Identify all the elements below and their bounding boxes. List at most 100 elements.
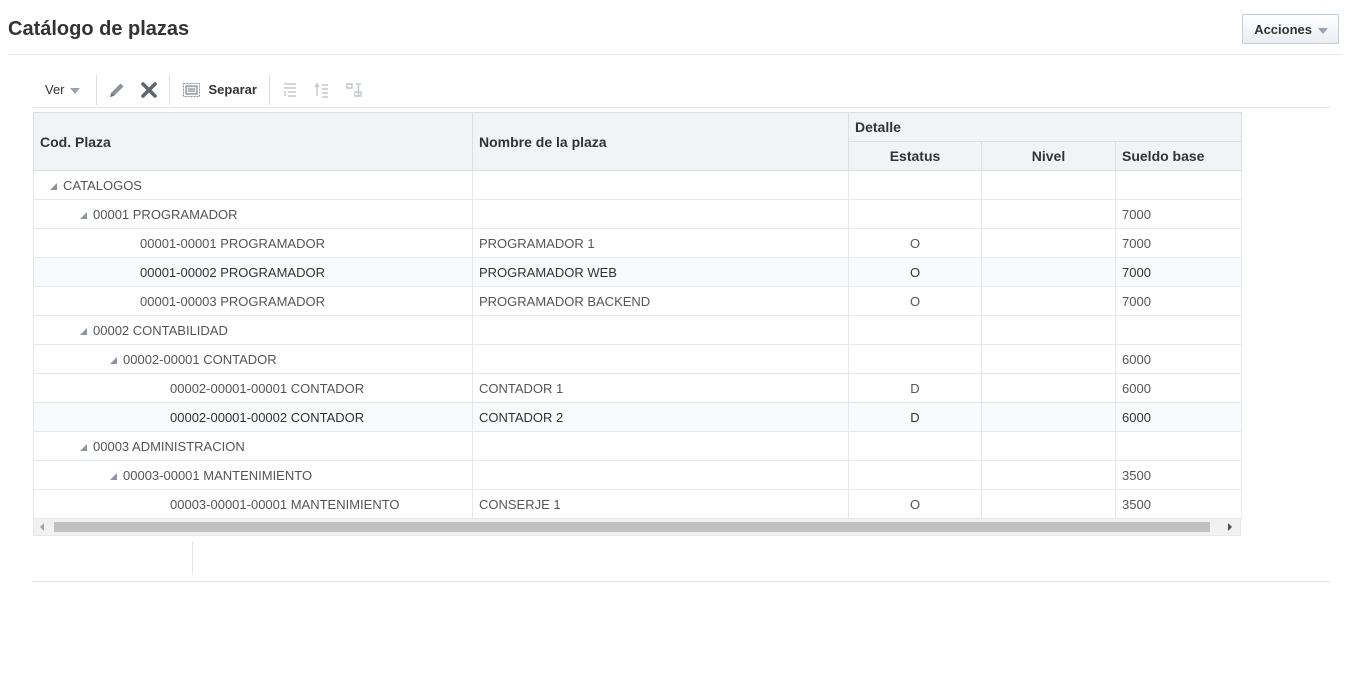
table-row[interactable]: 00003-00001 MANTENIMIENTO 3500 [33,460,1242,490]
table-row[interactable]: 00002 CONTABILIDAD [33,315,1242,345]
view-menu[interactable]: Ver [33,77,92,103]
cell-code: 00002-00001-00002 CONTADOR [33,402,473,432]
cell-name: PROGRAMADOR WEB [472,257,849,287]
cell-code-text: 00001-00002 PROGRAMADOR [140,264,325,280]
toolbar-divider [95,74,97,105]
column-header-name[interactable]: Nombre de la plaza [472,112,849,171]
table-row[interactable]: 00001-00003 PROGRAMADOR PROGRAMADOR BACKE… [33,286,1242,316]
cell-name [472,431,849,461]
acciones-button[interactable]: Acciones [1242,14,1339,44]
cell-level [981,170,1116,200]
cell-code: 00002-00001 CONTADOR [33,344,473,374]
cell-name [472,344,849,374]
cell-salary: 7000 [1115,228,1242,258]
cell-level [981,344,1116,374]
cell-code-text: 00001-00003 PROGRAMADOR [140,293,325,309]
column-header-salary[interactable]: Sueldo base [1115,141,1242,171]
edit-button[interactable] [103,75,131,105]
expanded-triangle-icon[interactable] [110,472,117,480]
table-row[interactable]: 00001-00001 PROGRAMADOR PROGRAMADOR 1 O 700… [33,228,1242,258]
cell-code-text: 00003 ADMINISTRACION [93,438,245,454]
cell-salary: 7000 [1115,199,1242,229]
table-body: CATALOGOS 00001 PROGRAMADOR 7000 00001-0000… [33,170,1242,519]
x-icon [140,81,157,98]
table-row[interactable]: 00002-00001-00002 CONTADOR CONTADOR 2 D 600… [33,402,1242,432]
expanded-triangle-icon[interactable] [80,211,87,219]
cell-status: O [848,286,982,316]
cell-name: CONTADOR 1 [472,373,849,403]
chevron-down-icon [69,88,80,94]
cell-code: 00003 ADMINISTRACION [33,431,473,461]
table-row[interactable]: 00001-00002 PROGRAMADOR PROGRAMADOR WEB O 7… [33,257,1242,287]
toolbar-divider [268,74,270,105]
expanded-triangle-icon[interactable] [50,182,57,190]
detach-button[interactable]: Separar [174,75,265,105]
cell-salary: 7000 [1115,257,1242,287]
expanded-triangle-icon[interactable] [110,356,117,364]
expanded-triangle-icon[interactable] [80,443,87,451]
expand-all-button[interactable] [276,75,304,105]
cell-level [981,286,1116,316]
column-header-level[interactable]: Nivel [981,141,1116,171]
title-divider [8,54,1342,55]
cell-status [848,315,982,345]
cell-code-text: 00001-00001 PROGRAMADOR [140,235,325,251]
cell-name [472,199,849,229]
scroll-right-icon[interactable] [1228,523,1232,531]
cell-code: 00001-00001 PROGRAMADOR [33,228,473,258]
page-title: Catálogo de plazas [8,18,190,40]
cell-salary: 3500 [1115,460,1242,490]
cell-code: 00002 CONTABILIDAD [33,315,473,345]
cell-salary: 6000 [1115,373,1242,403]
cell-level [981,199,1116,229]
cell-name: PROGRAMADOR 1 [472,228,849,258]
table-row[interactable]: 00002-00001-00001 CONTADOR CONTADOR 1 D 600… [33,373,1242,403]
collapse-all-button[interactable] [308,75,336,105]
cell-level [981,315,1116,345]
cell-status [848,199,982,229]
scrollbar-thumb[interactable] [54,522,1210,532]
cell-status: D [848,402,982,432]
table-row[interactable]: 00002-00001 CONTADOR 6000 [33,344,1242,374]
cell-status: D [848,373,982,403]
cell-salary: 7000 [1115,286,1242,316]
delete-button[interactable] [135,75,163,105]
collapse-all-icon [314,82,328,98]
table-row[interactable]: 00003-00001-00001 MANTENIMIENTO CONSERJE … [33,489,1242,519]
show-as-top-button[interactable] [340,75,368,105]
toolbar-divider [168,74,170,105]
column-header-status[interactable]: Estatus [848,141,982,171]
view-menu-label: Ver [45,82,65,97]
cell-status [848,170,982,200]
cell-level [981,431,1116,461]
cell-name [472,315,849,345]
column-header-code[interactable]: Cod. Plaza [33,112,473,171]
cell-level [981,228,1116,258]
cell-code: 00001-00002 PROGRAMADOR [33,257,473,287]
scroll-left-icon[interactable] [40,523,44,531]
footer-divider [192,541,193,575]
cell-status [848,344,982,374]
cell-code: 00002-00001-00001 CONTADOR [33,373,473,403]
cell-level [981,460,1116,490]
expanded-triangle-icon[interactable] [80,327,87,335]
cell-salary [1115,431,1242,461]
pencil-icon [109,83,124,97]
cell-salary [1115,170,1242,200]
tree-table: Cod. Plaza Nombre de la plaza Detalle Es… [33,112,1242,536]
cell-code: CATALOGOS [33,170,473,200]
cell-status [848,431,982,461]
cell-code: 00001-00003 PROGRAMADOR [33,286,473,316]
table-row[interactable]: 00003 ADMINISTRACION [33,431,1242,461]
table-row[interactable]: 00001 PROGRAMADOR 7000 [33,199,1242,229]
table-toolbar: Ver Separar [33,72,1330,108]
show-as-top-icon [346,82,362,97]
cell-status [848,460,982,490]
detach-icon [182,82,200,97]
horizontal-scrollbar[interactable] [33,519,1241,536]
cell-status: O [848,257,982,287]
column-group-detail: Detalle [848,112,1242,142]
acciones-label: Acciones [1254,21,1312,37]
cell-code-text: CATALOGOS [63,177,142,193]
table-row[interactable]: CATALOGOS [33,170,1242,200]
